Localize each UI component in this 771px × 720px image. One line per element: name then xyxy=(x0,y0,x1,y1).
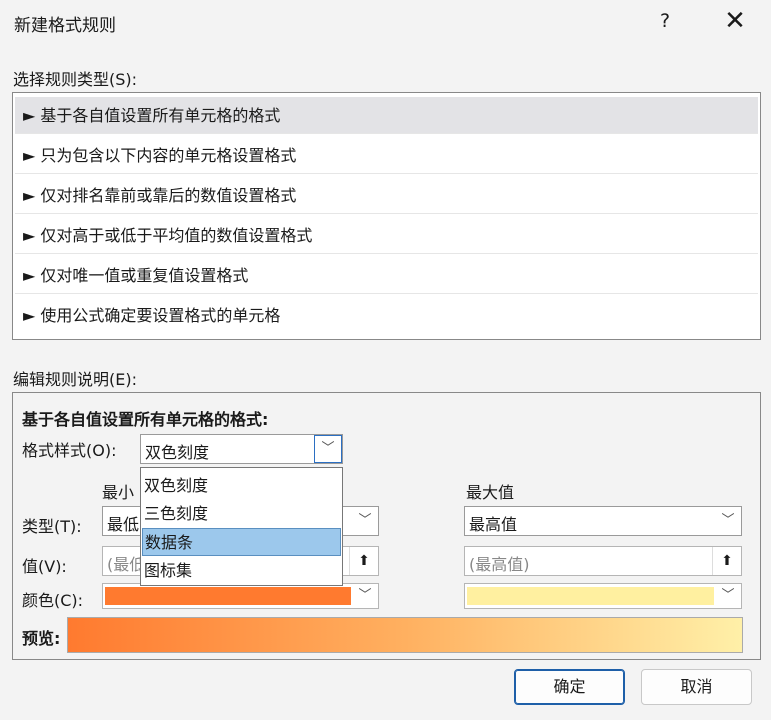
max-type-select[interactable]: 最高值 ﹀ xyxy=(464,506,742,536)
rule-item-average[interactable]: ► 仅对高于或低于平均值的数值设置格式 xyxy=(15,217,758,254)
edit-heading: 基于各自值设置所有单元格的格式: xyxy=(22,410,269,429)
format-style-select[interactable]: 双色刻度 ﹀ xyxy=(140,434,343,464)
min-header: 最小 xyxy=(102,483,135,502)
rule-item-formula[interactable]: ► 使用公式确定要设置格式的单元格 xyxy=(15,297,758,334)
arrow-up-icon[interactable]: ⬆ xyxy=(712,547,741,575)
close-button[interactable]: ✕ xyxy=(721,6,749,36)
rule-item-top-bottom[interactable]: ► 仅对排名靠前或靠后的数值设置格式 xyxy=(15,177,758,214)
max-color-swatch xyxy=(467,587,714,605)
option-three-color[interactable]: 三色刻度 xyxy=(142,500,341,528)
min-color-picker[interactable]: ﹀ xyxy=(102,583,379,609)
chevron-down-icon[interactable]: ﹀ xyxy=(352,507,378,535)
max-value-input[interactable]: (最高值) ⬆ xyxy=(464,546,742,576)
color-label: 颜色(C): xyxy=(22,591,84,610)
option-two-color[interactable]: 双色刻度 xyxy=(142,472,341,500)
dialog-title: 新建格式规则 xyxy=(14,16,116,36)
rule-item-contains[interactable]: ► 只为包含以下内容的单元格设置格式 xyxy=(15,137,758,174)
chevron-down-icon[interactable]: ﹀ xyxy=(352,584,378,608)
rule-item-all-cells[interactable]: ► 基于各自值设置所有单元格的格式 xyxy=(15,97,758,134)
min-type-value: 最低 xyxy=(107,515,140,534)
rule-type-list: ► 基于各自值设置所有单元格的格式 ► 只为包含以下内容的单元格设置格式 ► 仅… xyxy=(12,92,761,340)
option-data-bar[interactable]: 数据条 xyxy=(142,528,341,556)
rule-item-unique-duplicate[interactable]: ► 仅对唯一值或重复值设置格式 xyxy=(15,257,758,294)
preview-gradient xyxy=(67,617,743,653)
arrow-up-icon[interactable]: ⬆ xyxy=(349,547,378,575)
rule-type-label: 选择规则类型(S): xyxy=(13,70,138,89)
format-style-value: 双色刻度 xyxy=(145,443,210,462)
max-value-placeholder: (最高值) xyxy=(469,555,530,574)
format-style-label: 格式样式(O): xyxy=(22,441,117,460)
cancel-button[interactable]: 取消 xyxy=(641,669,752,705)
type-label: 类型(T): xyxy=(22,517,82,536)
min-color-swatch xyxy=(105,587,351,605)
option-icon-set[interactable]: 图标集 xyxy=(142,557,341,585)
edit-rule-label: 编辑规则说明(E): xyxy=(13,370,137,389)
value-label: 值(V): xyxy=(22,557,67,576)
chevron-down-icon[interactable]: ﹀ xyxy=(715,507,741,535)
ok-button[interactable]: 确定 xyxy=(514,669,625,705)
format-style-dropdown: 双色刻度 三色刻度 数据条 图标集 xyxy=(140,467,343,586)
max-type-value: 最高值 xyxy=(469,515,518,534)
max-color-picker[interactable]: ﹀ xyxy=(464,583,742,609)
max-header: 最大值 xyxy=(466,483,515,502)
chevron-down-icon[interactable]: ﹀ xyxy=(314,435,342,463)
preview-label: 预览: xyxy=(22,629,61,648)
help-button[interactable]: ? xyxy=(655,10,675,32)
chevron-down-icon[interactable]: ﹀ xyxy=(715,584,741,608)
